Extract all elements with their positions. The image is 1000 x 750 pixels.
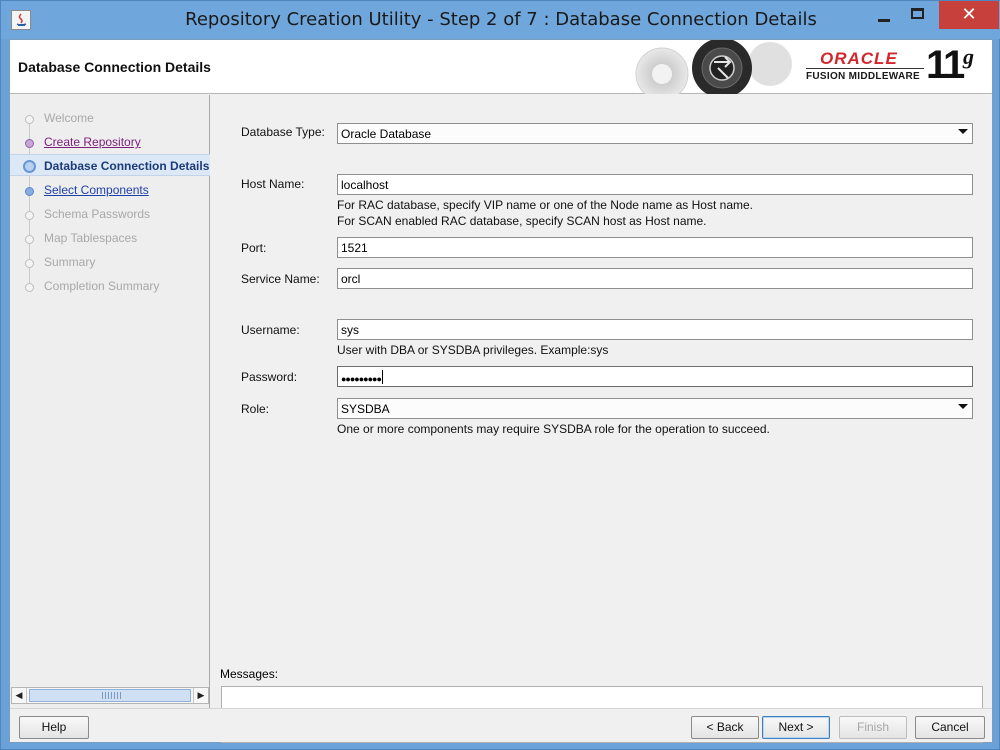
oracle-logo: ORACLE — [820, 49, 898, 68]
port-input[interactable]: 1521 — [337, 237, 973, 258]
step-dot-icon — [25, 211, 34, 220]
nav-step-label: Completion Summary — [44, 279, 160, 293]
host-name-hint-scan: For SCAN enabled RAC database, specify S… — [337, 214, 707, 228]
current-step-icon — [23, 160, 36, 173]
connection-form: Database Type: Oracle Database Host Name… — [211, 95, 992, 743]
nav-step-label[interactable]: Create Repository — [44, 135, 141, 149]
wizard-body: Database Connection Details ORACLE FUSIO… — [9, 39, 993, 743]
step-dot-icon — [25, 115, 34, 124]
step-dot-icon — [25, 235, 34, 244]
back-button[interactable]: < Back — [691, 716, 759, 739]
wizard-footer: Help < Back Next > Finish Cancel — [10, 708, 992, 742]
logo-divider — [806, 68, 924, 69]
release-suffix: g — [963, 44, 974, 69]
nav-step-select-components[interactable]: Select Components — [10, 179, 210, 201]
service-name-label: Service Name: — [241, 272, 320, 286]
nav-step-map-tablespaces: Map Tablespaces — [10, 227, 210, 249]
step-dot-icon — [25, 259, 34, 268]
step-dot-icon — [25, 187, 34, 196]
password-value: ●●●●●●●●● — [341, 374, 382, 384]
release-number: 11 — [926, 43, 965, 87]
username-hint: User with DBA or SYSDBA privileges. Exam… — [337, 343, 609, 357]
role-value: SYSDBA — [341, 402, 390, 416]
database-type-value: Oracle Database — [341, 127, 432, 141]
nav-step-summary: Summary — [10, 251, 210, 273]
text-cursor — [381, 370, 383, 384]
host-name-input[interactable]: localhost — [337, 174, 973, 195]
page-title: Database Connection Details — [18, 59, 211, 75]
service-name-value: orcl — [341, 272, 361, 286]
cancel-button[interactable]: Cancel — [915, 716, 985, 739]
nav-step-label: Welcome — [44, 111, 94, 125]
step-dot-icon — [25, 139, 34, 148]
nav-step-label: Map Tablespaces — [44, 231, 138, 245]
nav-step-create-repository[interactable]: Create Repository — [10, 131, 210, 153]
wizard-steps-nav: Welcome Create Repository Database Conne… — [10, 95, 210, 708]
app-window: Repository Creation Utility - Step 2 of … — [0, 0, 1000, 750]
nav-horizontal-scrollbar[interactable]: ◀ ▶ — [11, 687, 209, 704]
database-type-select[interactable]: Oracle Database — [337, 123, 973, 144]
port-label: Port: — [241, 241, 267, 255]
password-label: Password: — [241, 370, 298, 384]
wizard-header: Database Connection Details ORACLE FUSIO… — [10, 40, 992, 94]
chevron-down-icon — [958, 404, 968, 409]
finish-button: Finish — [839, 716, 907, 739]
nav-step-label: Summary — [44, 255, 96, 269]
nav-step-label: Schema Passwords — [44, 207, 151, 221]
password-input[interactable]: ●●●●●●●●● — [337, 366, 973, 387]
host-name-hint-rac: For RAC database, specify VIP name or on… — [337, 198, 753, 212]
maximize-button[interactable] — [895, 1, 939, 29]
step-dot-icon — [25, 283, 34, 292]
next-button[interactable]: Next > — [762, 716, 830, 739]
nav-step-label: Database Connection Details — [44, 159, 210, 173]
role-select[interactable]: SYSDBA — [337, 398, 973, 419]
role-label: Role: — [241, 402, 270, 416]
host-name-label: Host Name: — [241, 177, 305, 191]
role-hint: One or more components may require SYSDB… — [337, 422, 770, 436]
scrollbar-thumb[interactable] — [29, 689, 191, 702]
window-title: Repository Creation Utility - Step 2 of … — [185, 9, 817, 30]
database-type-label: Database Type: — [241, 125, 325, 139]
messages-label: Messages: — [220, 667, 279, 681]
port-value: 1521 — [341, 241, 368, 255]
scroll-left-icon[interactable]: ◀ — [12, 688, 27, 703]
service-name-input[interactable]: orcl — [337, 268, 973, 289]
help-button[interactable]: Help — [19, 716, 89, 739]
close-icon: ✕ — [961, 4, 977, 24]
title-bar[interactable]: Repository Creation Utility - Step 2 of … — [1, 1, 1000, 39]
username-label: Username: — [241, 323, 300, 337]
username-input[interactable]: sys — [337, 319, 973, 340]
username-value: sys — [341, 323, 359, 337]
chevron-down-icon — [958, 129, 968, 134]
nav-step-label[interactable]: Select Components — [44, 183, 149, 197]
scroll-right-icon[interactable]: ▶ — [193, 688, 208, 703]
close-button[interactable]: ✕ — [939, 1, 999, 29]
product-name: FUSION MIDDLEWARE — [806, 71, 920, 82]
gears-graphic-icon — [635, 40, 792, 94]
nav-step-completion-summary: Completion Summary — [10, 275, 210, 297]
nav-step-schema-passwords: Schema Passwords — [10, 203, 210, 225]
nav-step-welcome: Welcome — [10, 107, 210, 129]
nav-step-database-connection-details[interactable]: Database Connection Details — [10, 154, 210, 176]
grip-icon — [102, 692, 122, 699]
host-name-value: localhost — [341, 178, 389, 192]
minimize-icon — [878, 19, 890, 22]
maximize-icon — [911, 8, 924, 19]
